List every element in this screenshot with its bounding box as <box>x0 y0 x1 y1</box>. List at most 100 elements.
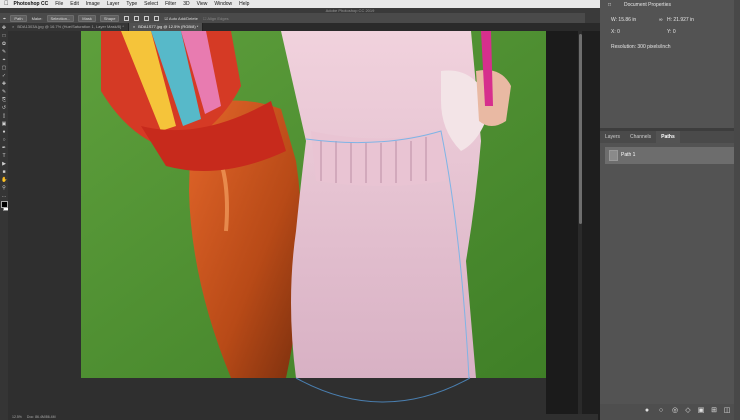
document-tabs: × BDA1303A.jpg @ 16.7% (Hue/Saturation 1,… <box>8 23 600 31</box>
trash-icon[interactable]: ◫ <box>723 407 731 415</box>
pen-tool-icon[interactable]: ✒ <box>3 16 6 21</box>
document-icon: □ <box>608 2 612 8</box>
tab-label: BDA1303A.jpg @ 16.7% (Hue/Saturation 1, … <box>17 24 124 29</box>
menu-type[interactable]: Type <box>126 1 137 7</box>
type-tool-icon[interactable]: T <box>1 153 7 159</box>
options-bar: ✒ Path Make: Selection... Mask Shape ☑ A… <box>0 13 600 23</box>
shape-button[interactable]: Shape <box>99 14 120 22</box>
link-icon[interactable]: ∞ <box>659 17 663 23</box>
marquee-tool-icon[interactable]: □ <box>1 33 7 39</box>
selection-button[interactable]: Selection... <box>46 14 75 22</box>
tab-document-2[interactable]: × BDA1S77.jpg @ 12.5% (RGB/8) * <box>128 23 204 31</box>
doc-size: Doc: 86.4M/86.4M <box>26 415 56 419</box>
new-path-icon[interactable]: ⊞ <box>710 407 718 415</box>
panel-scrollbar[interactable] <box>734 0 740 420</box>
menu-filter[interactable]: Filter <box>165 1 176 7</box>
menu-3d[interactable]: 3D <box>183 1 189 7</box>
stamp-tool-icon[interactable]: ⎘ <box>1 97 7 103</box>
close-icon[interactable]: × <box>133 24 135 29</box>
quick-select-tool-icon[interactable]: ✎ <box>1 49 7 55</box>
menu-edit[interactable]: Edit <box>70 1 79 7</box>
mask-button[interactable]: Mask <box>78 14 96 22</box>
stroke-path-icon[interactable]: ○ <box>657 407 665 415</box>
menu-select[interactable]: Select <box>144 1 158 7</box>
tab-paths[interactable]: Paths <box>656 131 680 143</box>
document-image[interactable] <box>81 31 546 378</box>
frame-tool-icon[interactable]: ▢ <box>1 65 7 71</box>
move-tool-icon[interactable]: ✥ <box>1 25 7 31</box>
close-icon[interactable]: × <box>12 24 14 29</box>
tab-channels[interactable]: Channels <box>625 131 656 143</box>
y-label: Y: <box>667 29 672 35</box>
tab-layers[interactable]: Layers <box>600 131 625 143</box>
properties-title: Document Properties <box>624 2 671 8</box>
path-alignment-icon[interactable] <box>134 15 140 21</box>
zoom-level[interactable]: 12.5% <box>12 415 22 419</box>
fill-path-icon[interactable]: ● <box>643 407 651 415</box>
menu-window[interactable]: Window <box>214 1 232 7</box>
menu-view[interactable]: View <box>197 1 208 7</box>
align-edges-checkbox[interactable]: ☐ Align Edges <box>203 16 229 21</box>
shape-tool-icon[interactable]: ■ <box>1 169 7 175</box>
gradient-tool-icon[interactable]: ▣ <box>1 121 7 127</box>
x-label: X: <box>611 29 616 35</box>
foreground-color-swatch[interactable] <box>1 201 8 208</box>
more-tools-icon[interactable]: … <box>1 193 7 199</box>
scrollbar-thumb[interactable] <box>579 34 582 224</box>
hand-tool-icon[interactable]: ✋ <box>1 177 7 183</box>
height-field[interactable]: H: 21.927 in <box>667 17 694 23</box>
y-value[interactable]: 0 <box>673 29 676 35</box>
auto-add-delete-label: Auto Add/Delete <box>168 15 198 21</box>
path-name[interactable]: Path 1 <box>621 152 635 158</box>
add-mask-icon[interactable]: ▣ <box>697 407 705 415</box>
mode-select[interactable]: Path <box>10 14 27 22</box>
toolbar: ✥ □ ✿ ✎ ⌖ ▢ ✓ ✚ ✎ ⎘ ↺ ▯ ▣ ● ○ ✒ T ▶ ■ ✋ … <box>0 23 10 420</box>
tab-label: BDA1S77.jpg @ 12.5% (RGB/8) * <box>138 24 199 29</box>
path-arrangement-icon[interactable] <box>144 15 150 21</box>
resolution: Resolution: 300 pixels/inch <box>611 44 671 50</box>
menu-layer[interactable]: Layer <box>107 1 120 7</box>
apple-icon[interactable]:  <box>4 1 9 7</box>
zoom-tool-icon[interactable]: ⚲ <box>1 185 7 191</box>
menu-image[interactable]: Image <box>86 1 100 7</box>
align-edges-label: Align Edges <box>207 15 229 21</box>
auto-add-delete-checkbox[interactable]: ☑ Auto Add/Delete <box>164 16 197 21</box>
path-select-tool-icon[interactable]: ▶ <box>1 161 7 167</box>
history-brush-tool-icon[interactable]: ↺ <box>1 105 7 111</box>
healing-brush-tool-icon[interactable]: ✚ <box>1 81 7 87</box>
canvas-area[interactable] <box>8 31 580 416</box>
height-label: H: <box>667 17 672 23</box>
make-label: Make: <box>31 15 43 21</box>
height-value[interactable]: 21.927 in <box>673 17 694 23</box>
photo-illustration <box>81 31 546 378</box>
pasteboard <box>546 31 580 416</box>
lasso-tool-icon[interactable]: ✿ <box>1 41 7 47</box>
options-bar-end <box>585 13 600 23</box>
x-value[interactable]: 0 <box>617 29 620 35</box>
menu-help[interactable]: Help <box>239 1 249 7</box>
status-bar: 12.5% Doc: 86.4M/86.4M <box>8 414 598 420</box>
menu-file[interactable]: File <box>55 1 63 7</box>
menu-app[interactable]: Photoshop CC <box>14 1 49 7</box>
width-label: W: <box>611 17 618 23</box>
eraser-tool-icon[interactable]: ▯ <box>1 113 7 119</box>
path-thumbnail <box>609 150 618 161</box>
paths-panel-footer <box>600 404 740 420</box>
properties-panel: □ Document Properties W: 15.86 in ∞ H: 2… <box>600 0 740 128</box>
dodge-tool-icon[interactable]: ○ <box>1 137 7 143</box>
tab-document-1[interactable]: × BDA1303A.jpg @ 16.7% (Hue/Saturation 1,… <box>8 23 129 31</box>
width-value[interactable]: 15.86 in <box>618 17 636 23</box>
x-field[interactable]: X: 0 <box>611 29 620 35</box>
crop-tool-icon[interactable]: ⌖ <box>1 57 7 63</box>
y-field[interactable]: Y: 0 <box>667 29 676 35</box>
layers-panel-tabs: Layers Channels Paths <box>600 131 740 143</box>
gear-icon[interactable] <box>154 15 160 21</box>
pen-tool-icon[interactable]: ✒ <box>1 145 7 151</box>
brush-tool-icon[interactable]: ✎ <box>1 89 7 95</box>
width-field[interactable]: W: 15.86 in <box>611 17 636 23</box>
load-as-selection-icon[interactable]: ◎ <box>671 407 679 415</box>
make-work-path-icon[interactable]: ◇ <box>684 407 692 415</box>
path-operations-icon[interactable] <box>124 15 130 21</box>
blur-tool-icon[interactable]: ● <box>1 129 7 135</box>
eyedropper-tool-icon[interactable]: ✓ <box>1 73 7 79</box>
